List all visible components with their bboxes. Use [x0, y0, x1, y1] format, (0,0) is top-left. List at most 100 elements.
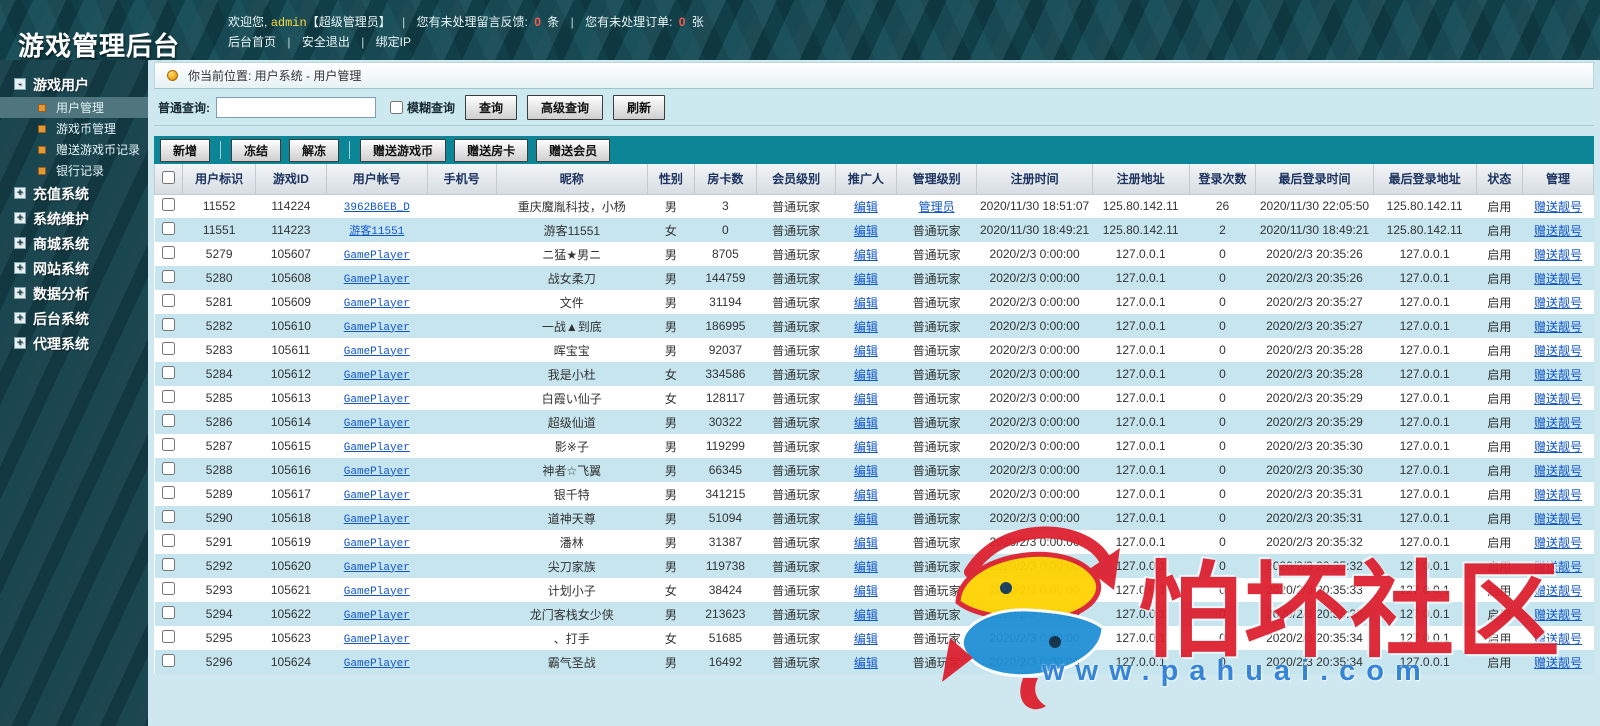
tree-plus-icon[interactable]: + [14, 237, 26, 249]
promoter-edit-link[interactable]: 编辑 [854, 440, 878, 454]
tree-plus-icon[interactable]: + [14, 262, 26, 274]
gift-account-link[interactable]: 赠送靓号 [1534, 536, 1582, 550]
gift-account-link[interactable]: 赠送靓号 [1534, 584, 1582, 598]
gift-account-link[interactable]: 赠送靓号 [1534, 632, 1582, 646]
row-checkbox[interactable] [162, 462, 176, 475]
account-link[interactable]: GamePlayer [344, 322, 410, 334]
sidebar-item-game-coin-management[interactable]: 游戏币管理 [0, 118, 148, 139]
account-link[interactable]: GamePlayer [344, 658, 410, 670]
account-link[interactable]: GamePlayer [344, 418, 410, 430]
refresh-button[interactable]: 刷新 [613, 94, 666, 120]
promoter-edit-link[interactable]: 编辑 [854, 632, 878, 646]
row-checkbox[interactable] [162, 606, 176, 619]
account-link[interactable]: GamePlayer [344, 298, 410, 310]
sidebar-item-website-system[interactable]: + 网站系统 [0, 256, 148, 281]
row-checkbox[interactable] [162, 534, 176, 547]
row-checkbox[interactable] [162, 294, 176, 307]
account-link[interactable]: GamePlayer [344, 442, 410, 454]
row-checkbox[interactable] [162, 198, 176, 212]
row-checkbox[interactable] [162, 366, 176, 379]
gift-account-link[interactable]: 赠送靓号 [1534, 272, 1582, 286]
gift-account-link[interactable]: 赠送靓号 [1534, 368, 1582, 382]
row-checkbox[interactable] [162, 390, 176, 403]
account-link[interactable]: GamePlayer [344, 370, 410, 382]
promoter-edit-link[interactable]: 编辑 [854, 224, 878, 238]
gift-account-link[interactable]: 赠送靓号 [1534, 392, 1582, 406]
account-link[interactable]: GamePlayer [344, 346, 410, 358]
account-link[interactable]: GamePlayer [344, 490, 410, 502]
row-checkbox[interactable] [162, 414, 176, 427]
row-checkbox[interactable] [162, 438, 176, 451]
row-checkbox[interactable] [162, 510, 176, 523]
sidebar-item-mall-system[interactable]: + 商城系统 [0, 231, 148, 256]
row-checkbox[interactable] [162, 630, 176, 643]
promoter-edit-link[interactable]: 编辑 [854, 536, 878, 550]
fuzzy-checkbox[interactable] [390, 100, 403, 114]
search-input[interactable] [216, 96, 376, 118]
gift-account-link[interactable]: 赠送靓号 [1534, 440, 1582, 454]
gift-account-link[interactable]: 赠送靓号 [1534, 344, 1582, 358]
sidebar-item-recharge-system[interactable]: + 充值系统 [0, 181, 148, 206]
home-link[interactable]: 后台首页 [228, 35, 276, 49]
gift-account-link[interactable]: 赠送靓号 [1534, 200, 1582, 214]
advanced-search-button[interactable]: 高级查询 [527, 94, 604, 120]
promoter-edit-link[interactable]: 编辑 [854, 248, 878, 262]
gift-account-link[interactable]: 赠送靓号 [1534, 512, 1582, 526]
row-checkbox[interactable] [162, 222, 176, 235]
row-checkbox[interactable] [162, 582, 176, 595]
promoter-edit-link[interactable]: 编辑 [854, 656, 878, 670]
account-link[interactable]: GamePlayer [344, 274, 410, 286]
gift-account-link[interactable]: 赠送靓号 [1534, 224, 1582, 238]
tree-minus-icon[interactable]: - [14, 78, 26, 90]
promoter-edit-link[interactable]: 编辑 [854, 344, 878, 358]
row-checkbox[interactable] [162, 270, 176, 283]
freeze-button[interactable]: 冻结 [231, 138, 282, 162]
account-link[interactable]: GamePlayer [344, 394, 410, 406]
promoter-edit-link[interactable]: 编辑 [854, 320, 878, 334]
gift-account-link[interactable]: 赠送靓号 [1534, 560, 1582, 574]
unfreeze-button[interactable]: 解冻 [289, 138, 340, 162]
promoter-edit-link[interactable]: 编辑 [854, 488, 878, 502]
promoter-edit-link[interactable]: 编辑 [854, 296, 878, 310]
add-button[interactable]: 新增 [160, 138, 211, 162]
promoter-edit-link[interactable]: 编辑 [854, 368, 878, 382]
promoter-edit-link[interactable]: 编辑 [854, 392, 878, 406]
sidebar-item-backend-system[interactable]: + 后台系统 [0, 306, 148, 331]
promoter-edit-link[interactable]: 编辑 [854, 560, 878, 574]
row-checkbox[interactable] [162, 246, 176, 259]
tree-plus-icon[interactable]: + [14, 187, 26, 199]
promoter-edit-link[interactable]: 编辑 [854, 584, 878, 598]
promoter-edit-link[interactable]: 编辑 [854, 200, 878, 214]
gift-account-link[interactable]: 赠送靓号 [1534, 656, 1582, 670]
row-checkbox[interactable] [162, 558, 176, 571]
gift-account-link[interactable]: 赠送靓号 [1534, 416, 1582, 430]
gift-room-cards-button[interactable]: 赠送房卡 [454, 138, 529, 162]
sidebar-item-gift-coin-records[interactable]: 赠送游戏币记录 [0, 139, 148, 160]
promoter-edit-link[interactable]: 编辑 [854, 416, 878, 430]
account-link[interactable]: GamePlayer [344, 562, 410, 574]
tree-plus-icon[interactable]: + [14, 287, 26, 299]
account-link[interactable]: GamePlayer [344, 634, 410, 646]
select-all-checkbox[interactable] [162, 170, 176, 184]
tree-plus-icon[interactable]: + [14, 337, 26, 349]
logout-link[interactable]: 安全退出 [302, 35, 350, 49]
gift-account-link[interactable]: 赠送靓号 [1534, 608, 1582, 622]
gift-account-link[interactable]: 赠送靓号 [1534, 320, 1582, 334]
sidebar-item-data-analysis[interactable]: + 数据分析 [0, 281, 148, 306]
sidebar-item-bank-records[interactable]: 银行记录 [0, 160, 148, 181]
account-link[interactable]: 游客11551 [349, 226, 404, 238]
gift-account-link[interactable]: 赠送靓号 [1534, 248, 1582, 262]
account-link[interactable]: GamePlayer [344, 250, 410, 262]
gift-vip-button[interactable]: 赠送会员 [536, 138, 611, 162]
gift-account-link[interactable]: 赠送靓号 [1534, 488, 1582, 502]
search-button[interactable]: 查询 [465, 94, 518, 120]
gift-account-link[interactable]: 赠送靓号 [1534, 296, 1582, 310]
promoter-edit-link[interactable]: 编辑 [854, 512, 878, 526]
row-checkbox[interactable] [162, 654, 176, 667]
promoter-edit-link[interactable]: 编辑 [854, 608, 878, 622]
admin-level-link[interactable]: 管理员 [919, 200, 955, 214]
gift-game-coins-button[interactable]: 赠送游戏币 [360, 138, 447, 162]
bind-ip-link[interactable]: 绑定IP [376, 35, 411, 49]
account-link[interactable]: 3962B6EB_D [344, 202, 410, 214]
sidebar-item-user-management[interactable]: 用户管理 [0, 97, 148, 118]
